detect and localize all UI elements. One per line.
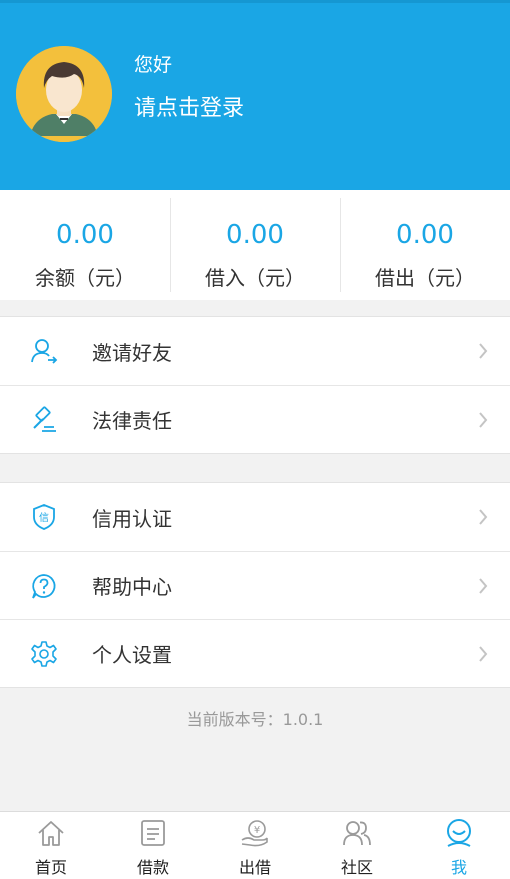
profile-header: 您好 请点击登录: [0, 0, 510, 190]
tab-lend[interactable]: ¥ 出借: [204, 812, 306, 879]
menu-group-2: 信 信用认证 帮助中心 个人设置: [0, 482, 510, 688]
stat-value: 0.00: [396, 220, 454, 250]
stat-value: 0.00: [226, 220, 284, 250]
stat-label: 借出（元）: [375, 266, 475, 290]
settings-gear-icon: [31, 640, 57, 667]
menu-item-help-center[interactable]: 帮助中心: [0, 551, 510, 619]
chevron-right-icon: [479, 577, 488, 594]
stat-lent[interactable]: 0.00 借出（元）: [340, 190, 510, 300]
menu-item-label: 帮助中心: [92, 575, 172, 599]
bottom-tab-bar: 首页 借款 ¥ 出借 社区 我: [0, 811, 510, 879]
borrow-icon: [141, 820, 165, 846]
chevron-right-icon: [479, 645, 488, 662]
menu-item-label: 邀请好友: [92, 340, 172, 365]
tab-label: 社区: [340, 858, 373, 877]
stat-borrowed[interactable]: 0.00 借入（元）: [170, 190, 340, 300]
tab-label: 借款: [136, 858, 169, 877]
lend-icon: ¥: [241, 820, 268, 847]
svg-text:¥: ¥: [254, 825, 260, 836]
status-bar-strip: [0, 0, 510, 3]
tab-home[interactable]: 首页: [0, 812, 102, 879]
login-link[interactable]: 请点击登录: [134, 90, 244, 122]
tab-community[interactable]: 社区: [306, 812, 408, 879]
menu-group-1: 邀请好友 法律责任: [0, 316, 510, 454]
me-icon: [447, 819, 471, 847]
gavel-icon: [33, 405, 56, 432]
tab-label: 出借: [238, 858, 271, 877]
community-icon: [343, 821, 371, 846]
tab-borrow[interactable]: 借款: [102, 812, 204, 879]
home-icon: [38, 821, 64, 846]
menu-item-legal[interactable]: 法律责任: [0, 385, 510, 453]
stat-balance[interactable]: 0.00 余额（元）: [0, 190, 170, 300]
stat-value: 0.00: [56, 220, 114, 250]
tab-label: 我: [450, 858, 467, 877]
greeting-text: 您好: [134, 54, 173, 76]
tab-me[interactable]: 我: [408, 812, 510, 879]
version-text: 当前版本号：1.0.1: [186, 710, 324, 729]
tab-label: 首页: [34, 858, 67, 877]
account-stats: 0.00 余额（元） 0.00 借入（元） 0.00 借出（元）: [0, 190, 510, 300]
invite-friend-icon: [31, 339, 58, 364]
avatar-icon: [16, 46, 112, 142]
svg-text:信: 信: [39, 512, 49, 524]
menu-item-label: 个人设置: [92, 643, 172, 667]
chevron-right-icon: [479, 411, 488, 428]
menu-item-invite-friends[interactable]: 邀请好友: [0, 317, 510, 385]
menu-item-credit-verification[interactable]: 信 信用认证: [0, 483, 510, 551]
chevron-right-icon: [479, 509, 488, 525]
stat-label: 余额（元）: [35, 266, 135, 290]
menu-item-personal-settings[interactable]: 个人设置: [0, 619, 510, 687]
help-icon: [32, 573, 56, 599]
chevron-right-icon: [479, 343, 488, 359]
credit-shield-icon: 信: [33, 504, 55, 530]
stat-label: 借入（元）: [205, 266, 305, 290]
avatar[interactable]: [16, 46, 112, 142]
menu-item-label: 信用认证: [92, 506, 172, 531]
menu-item-label: 法律责任: [92, 409, 172, 433]
